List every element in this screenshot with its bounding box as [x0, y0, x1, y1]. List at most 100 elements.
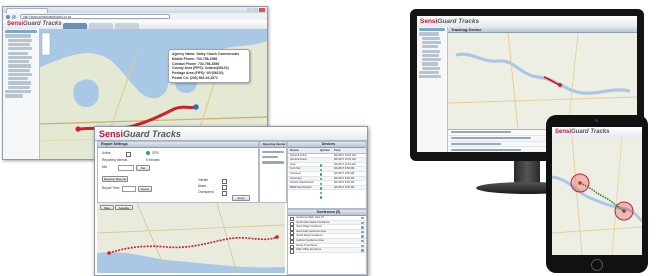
active-checkbox[interactable]: [126, 151, 131, 157]
min-input[interactable]: [118, 165, 134, 171]
ignition-status-icon: [320, 154, 334, 167]
tablet-screen: SensiGuard Tracks: [552, 127, 642, 255]
label-active: Active: [102, 151, 111, 155]
forward-arrow-icon[interactable]: [12, 14, 16, 19]
sensiguard-logo: SensiGuard Tracks: [555, 128, 610, 135]
address-bar[interactable]: http://www.sensiguardtracks.co.za: [20, 14, 170, 19]
edit-icon[interactable]: [361, 217, 364, 220]
tree-item[interactable]: [419, 70, 439, 75]
satellite-tab[interactable]: Satellite: [115, 205, 133, 210]
tree-item[interactable]: [8, 38, 32, 42]
overspeed-checkbox[interactable]: [222, 190, 227, 196]
geofence-name: East Gate Geofence Area: [296, 229, 326, 233]
tree-item[interactable]: [422, 58, 441, 62]
tree-item[interactable]: [8, 81, 31, 85]
edit-icon[interactable]: [361, 239, 364, 243]
list-item[interactable]: Main Office Geofence: [288, 248, 366, 254]
device-time: 9/1/2017 10:02 AM: [334, 153, 356, 157]
tree-item[interactable]: [8, 42, 30, 47]
vibrate-checkbox[interactable]: [222, 178, 227, 184]
status-dot-icon: [146, 151, 150, 155]
edit-icon[interactable]: [361, 226, 364, 229]
set-button[interactable]: Set: [136, 165, 150, 171]
edit-icon[interactable]: [361, 221, 364, 224]
edit-icon[interactable]: [361, 249, 364, 252]
tree-item[interactable]: [422, 49, 440, 53]
ignition-status-icon: [320, 177, 334, 190]
edit-icon[interactable]: [361, 235, 364, 238]
device-time: 9/1/2017 9:55 AM: [334, 171, 355, 175]
tree-item[interactable]: [5, 34, 31, 38]
tree-item[interactable]: [422, 40, 441, 45]
tree-item[interactable]: [419, 75, 441, 79]
device-name: Vehicle Switchboard: [290, 181, 314, 185]
vehicle-marker: [558, 83, 562, 87]
ignition-status-icon: [320, 163, 334, 176]
geofence-name: Harbour Geofence Area: [296, 238, 324, 242]
geofence-name: Main Office Geofence: [296, 248, 322, 252]
tree-item[interactable]: [5, 94, 23, 98]
geofence-name: Route 5 Geofence: [296, 243, 318, 247]
map-tab[interactable]: Map: [100, 205, 114, 210]
geofence-name: Geofence Main Gate 01: [296, 216, 324, 219]
vibrate-label: Vibrate: [198, 178, 209, 182]
edit-icon[interactable]: [361, 244, 364, 247]
device-time: 9/1/2017 10:01 AM: [334, 158, 356, 162]
home-button[interactable]: [591, 259, 603, 271]
tree-item[interactable]: [422, 62, 438, 66]
tree-item[interactable]: [5, 90, 31, 94]
tree-item[interactable]: [8, 51, 28, 55]
maximize-icon[interactable]: [253, 8, 258, 12]
tree-item[interactable]: [8, 68, 30, 72]
tree-item[interactable]: [8, 72, 32, 77]
table-row[interactable]: BMW Switchboard 9/1/2017 9:40 AM: [288, 185, 366, 199]
device-name: Ford Van: [290, 167, 301, 171]
sensiguard-logo: SensiGuard Tracks: [99, 129, 181, 139]
tree-item[interactable]: [419, 28, 445, 32]
device-time: 9/1/2017 10:00 AM: [334, 162, 356, 166]
popup-line: Postal Cd: (200) 563-34-4571: [172, 75, 218, 80]
tree-item[interactable]: [422, 66, 440, 70]
tablet-map-graphic: [552, 137, 642, 255]
tree-item[interactable]: [8, 77, 28, 81]
tree-item[interactable]: [422, 36, 440, 40]
geofence-list: Geofence Main Gate 01 North Park Station …: [288, 216, 366, 254]
column-header[interactable]: Device: [288, 148, 320, 153]
geofence-name: West Ridge Geofence: [296, 225, 322, 229]
back-arrow-icon[interactable]: [6, 14, 10, 19]
apply-button[interactable]: Apply: [232, 195, 250, 201]
ignition-status-icon: [320, 181, 334, 195]
sensiguard-logo: SensiGuard Tracks: [420, 18, 480, 25]
panel-title: Report Settings: [98, 142, 258, 148]
column-header[interactable]: Time: [334, 148, 364, 153]
column-header[interactable]: Ignition: [320, 148, 334, 153]
map-type-tabs: Map Satellite: [100, 205, 133, 210]
tree-item[interactable]: [8, 55, 32, 59]
geofences-panel: Geofences (5) Geofence Main Gate 01 North…: [287, 209, 367, 275]
tree-item[interactable]: [5, 30, 37, 34]
tree-item[interactable]: [422, 53, 439, 57]
checkbox-icon[interactable]: [290, 249, 295, 254]
minimize-icon[interactable]: [247, 8, 252, 12]
tree-item[interactable]: [8, 47, 32, 51]
request-reports-button[interactable]: Request Reports: [102, 176, 128, 182]
tree-item[interactable]: [419, 32, 439, 36]
tree-item[interactable]: [8, 60, 29, 64]
device-name: Generator: [290, 176, 302, 180]
edit-icon[interactable]: [361, 230, 364, 234]
report-time-input[interactable]: [122, 186, 136, 192]
reset-button[interactable]: Reset: [138, 186, 152, 192]
placeholder-bar: [262, 156, 278, 159]
tree-item[interactable]: [8, 85, 30, 89]
device-time: 9/1/2017 9:45 AM: [334, 181, 355, 185]
report-window: SensiGuard Tracks Report Settings Active…: [94, 126, 368, 276]
close-icon[interactable]: [259, 8, 265, 12]
tree-item[interactable]: [8, 64, 31, 68]
tree-item[interactable]: [422, 45, 438, 49]
report-time-label: Report Time: [102, 186, 120, 190]
tablet-map[interactable]: [552, 137, 642, 255]
alarm-checkbox[interactable]: [222, 184, 227, 190]
report-map[interactable]: Map Satellite: [97, 203, 285, 273]
geofence-name: South Depot Geofence: [296, 234, 323, 238]
ignition-status-icon: [320, 167, 334, 181]
